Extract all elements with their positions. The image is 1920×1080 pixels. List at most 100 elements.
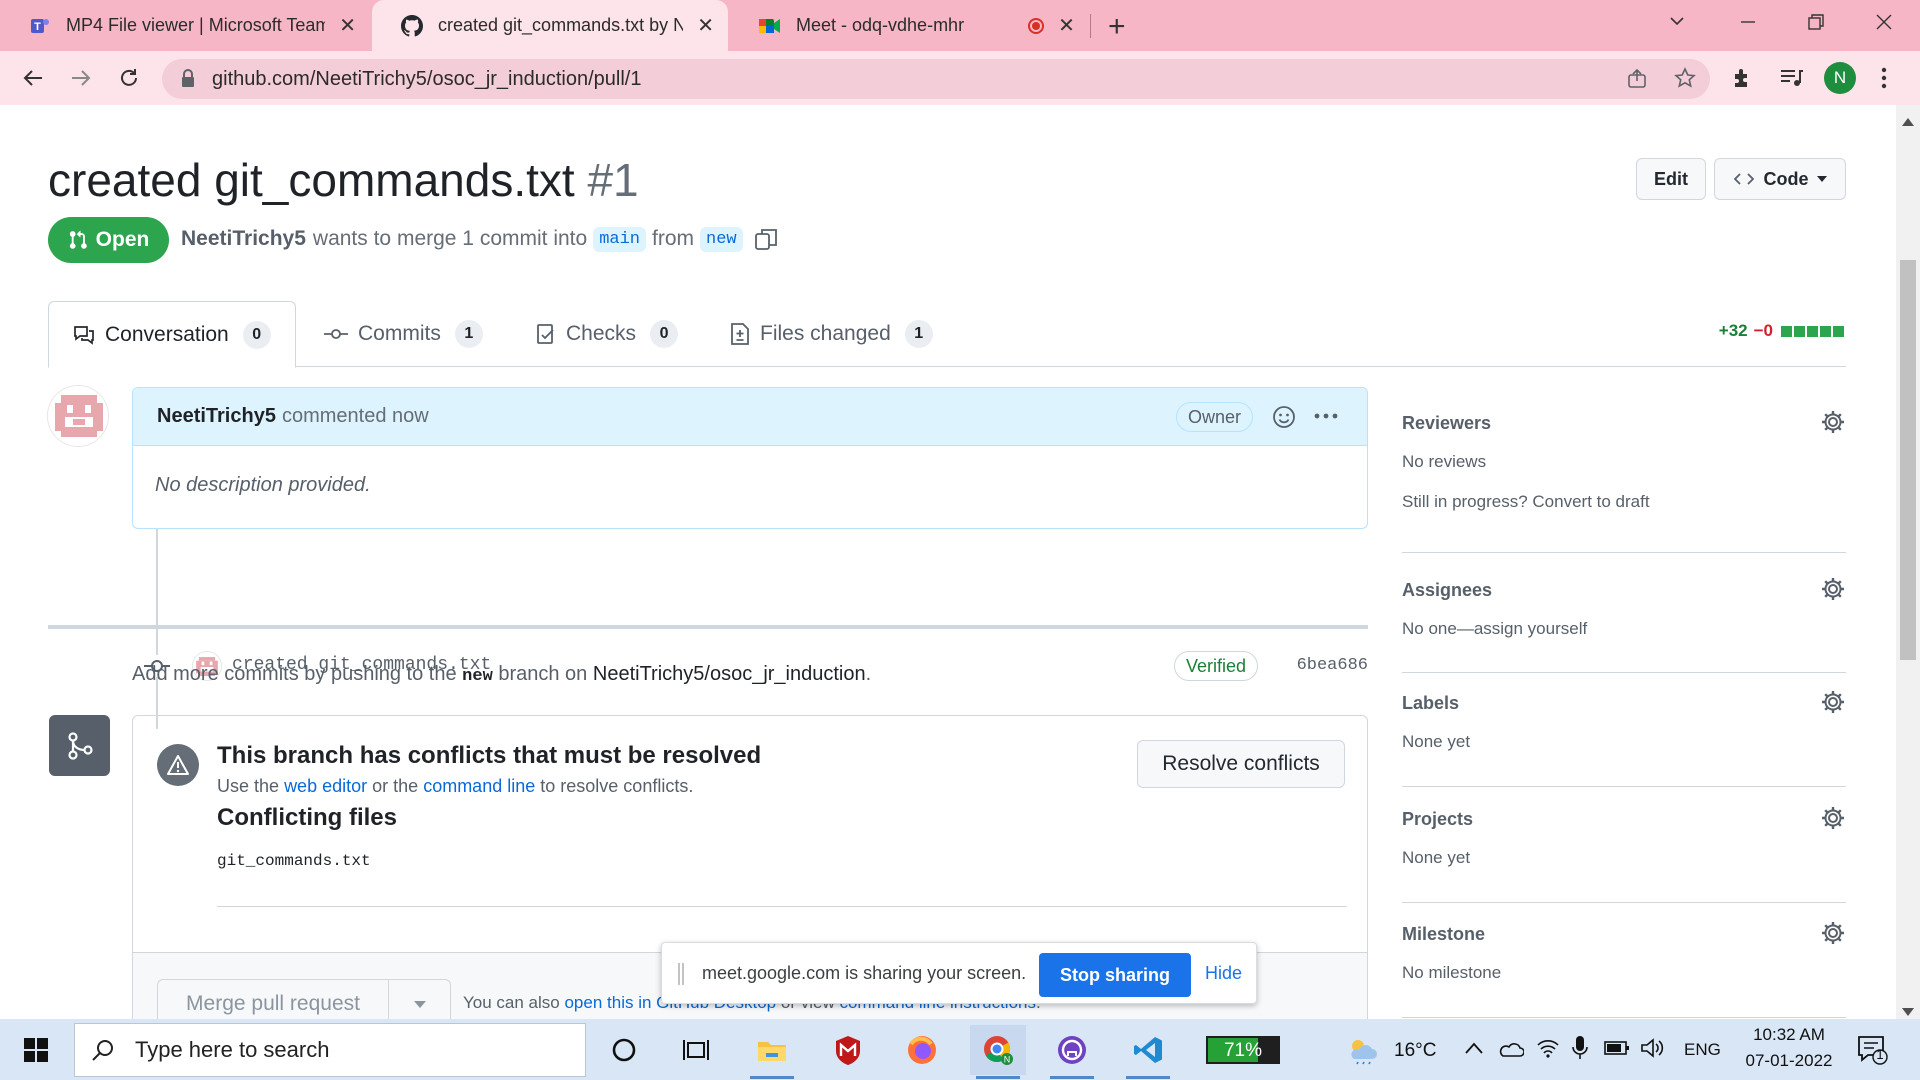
extensions-icon[interactable] [1730,65,1756,96]
tab-files-changed[interactable]: Files changed 1 [730,301,933,367]
command-line-link[interactable]: command line [423,776,535,796]
assign-yourself-link[interactable]: No one—assign yourself [1402,619,1587,639]
head-branch-label[interactable]: new [700,226,743,252]
stop-sharing-button[interactable]: Stop sharing [1039,953,1191,997]
conflict-sub-prefix: Use the [217,776,280,796]
microphone-icon[interactable] [1572,1035,1588,1066]
scrollbar-thumb[interactable] [1900,260,1916,660]
meet-icon [758,14,782,38]
convert-to-draft-link[interactable]: Still in progress? Convert to draft [1402,492,1650,512]
gear-icon[interactable] [1820,409,1846,435]
address-bar[interactable]: github.com/NeetiTrichy5/osoc_jr_inductio… [162,59,1710,99]
sidebar-projects: Projects None yet [1402,807,1846,903]
share-icon[interactable] [1626,68,1648,95]
diffstat-block [1833,325,1844,337]
code-button[interactable]: Code [1714,158,1846,200]
tab-search-chevron-icon[interactable] [1668,12,1686,35]
browser-toolbar: github.com/NeetiTrichy5/osoc_jr_inductio… [0,51,1920,105]
minimize-icon[interactable] [1738,12,1758,37]
verified-badge[interactable]: Verified [1173,651,1258,681]
firefox-icon[interactable] [894,1025,950,1075]
sidebar-heading: Labels [1402,693,1460,713]
tab-teams[interactable]: T MP4 File viewer | Microsoft Teams ✕ [0,0,370,51]
tab-checks[interactable]: Checks 0 [536,301,679,367]
battery-icon[interactable] [1604,1039,1630,1062]
windows-taskbar: Type here to search N 71% 16°C ENG 10:32… [0,1019,1920,1080]
web-editor-link[interactable]: web editor [284,776,367,796]
lock-icon [180,69,196,94]
chrome-icon[interactable]: N [970,1025,1026,1079]
kebab-menu-icon[interactable] [1313,412,1339,420]
tab-meet[interactable]: Meet - odq-vdhe-mhr ✕ [730,0,1090,51]
forward-icon[interactable] [64,61,98,95]
search-placeholder: Type here to search [135,1037,330,1062]
close-tab-icon[interactable]: ✕ [339,13,356,38]
gear-icon[interactable] [1820,805,1846,831]
resolve-conflicts-button[interactable]: Resolve conflicts [1137,740,1345,788]
commit-sha-link[interactable]: 6bea686 [1297,656,1368,675]
repo-link[interactable]: NeetiTrichy5/osoc_jr_induction [593,663,866,685]
onedrive-icon[interactable] [1498,1039,1525,1064]
page-title: created git_commands.txt #1 [48,153,639,207]
bookmark-star-icon[interactable] [1674,67,1696,94]
back-icon[interactable] [16,61,50,95]
teams-icon: T [28,14,52,38]
tab-label: Files changed [760,322,891,345]
tray-expand-chevron-icon[interactable] [1464,1041,1484,1060]
drag-handle[interactable] [678,963,684,985]
mcafee-icon[interactable] [820,1025,876,1075]
tab-label: Commits [358,322,441,345]
tab-commits[interactable]: Commits 1 [324,301,483,367]
restore-icon[interactable] [1806,12,1826,37]
clock-date[interactable]: 07-01-2022 [1734,1051,1844,1071]
vscode-icon[interactable] [1120,1025,1176,1079]
close-tab-icon[interactable]: ✕ [697,13,714,38]
hide-banner-button[interactable]: Hide [1205,963,1242,984]
input-language[interactable]: ENG [1684,1040,1721,1060]
github-desktop-icon[interactable] [1044,1025,1100,1079]
emoji-reaction-icon[interactable] [1271,404,1297,430]
pr-author-link[interactable]: NeetiTrichy5 [181,227,306,251]
file-explorer-icon[interactable] [744,1025,800,1079]
author-avatar[interactable] [47,385,109,447]
tab-conversation[interactable]: Conversation 0 [48,301,296,368]
tab-counter: 0 [650,320,679,348]
page-scrollbar[interactable] [1896,105,1920,1019]
merge-pull-request-button[interactable]: Merge pull request [157,979,389,1019]
new-tab-button[interactable]: + [1108,10,1126,44]
edit-button[interactable]: Edit [1636,158,1706,200]
battery-meter-icon[interactable]: 71% [1206,1036,1280,1064]
close-tab-icon[interactable]: ✕ [1058,13,1075,38]
weather-temperature[interactable]: 16°C [1394,1040,1436,1062]
comment-header: NeetiTrichy5 commented now Owner [133,388,1367,446]
merge-method-dropdown[interactable] [389,979,451,1019]
weather-icon[interactable] [1346,1035,1380,1070]
task-view-icon[interactable] [668,1025,724,1075]
notification-center-icon[interactable]: 1 [1856,1033,1888,1070]
windows-start-icon[interactable] [0,1019,72,1080]
scroll-up-icon[interactable] [1902,113,1914,131]
clock-time[interactable]: 10:32 AM [1744,1025,1834,1045]
taskbar-search-box[interactable]: Type here to search [74,1023,586,1077]
browser-menu-icon[interactable] [1880,65,1888,96]
media-queue-icon[interactable] [1778,65,1804,96]
copy-icon[interactable] [753,226,779,252]
base-branch-label[interactable]: main [593,226,646,252]
comment-author-link[interactable]: NeetiTrichy5 [157,405,276,428]
gear-icon[interactable] [1820,576,1846,602]
tab-title: MP4 File viewer | Microsoft Teams [66,15,326,35]
profile-avatar[interactable]: N [1824,62,1856,94]
cortana-icon[interactable] [596,1025,652,1075]
sidebar-value: No milestone [1402,963,1502,982]
gear-icon[interactable] [1820,689,1846,715]
volume-icon[interactable] [1640,1037,1666,1064]
comment-timestamp[interactable]: commented now [282,405,429,428]
reload-icon[interactable] [112,61,146,95]
tab-github[interactable]: created git_commands.txt by NeetiTrichy5… [372,0,728,51]
sidebar-heading: Projects [1402,809,1474,829]
close-window-icon[interactable] [1874,12,1894,37]
gear-icon[interactable] [1820,920,1846,946]
tab-label: Conversation [105,322,229,346]
wifi-icon[interactable] [1536,1037,1560,1064]
owner-badge: Owner [1175,402,1253,432]
